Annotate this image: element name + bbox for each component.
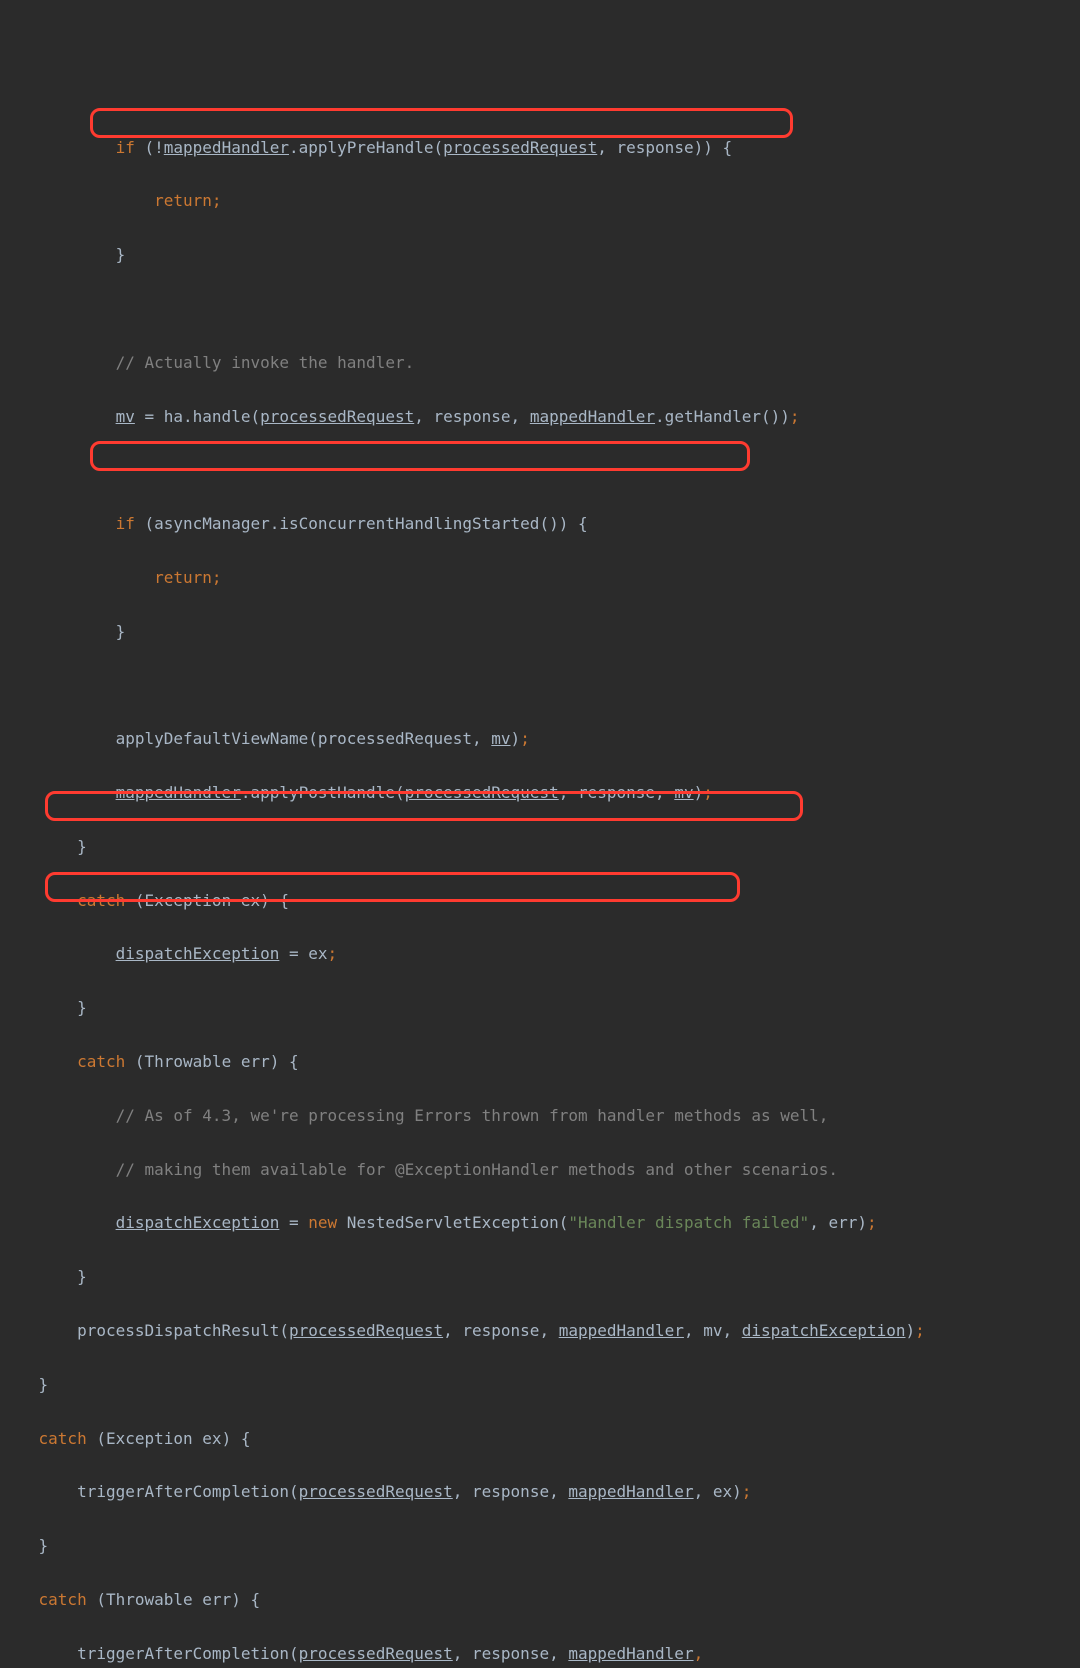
highlight-box-1 xyxy=(90,108,793,138)
code-line: } xyxy=(0,1264,1080,1291)
code-line: triggerAfterCompletion(processedRequest,… xyxy=(0,1641,1080,1668)
code-line xyxy=(0,673,1080,700)
code-line: } xyxy=(0,995,1080,1022)
code-line: if (!mappedHandler.applyPreHandle(proces… xyxy=(0,135,1080,162)
code-line: catch (Exception ex) { xyxy=(0,1426,1080,1453)
code-line: if (asyncManager.isConcurrentHandlingSta… xyxy=(0,511,1080,538)
code-line: catch (Exception ex) { xyxy=(0,888,1080,915)
code-line: dispatchException = ex; xyxy=(0,941,1080,968)
code-line: } xyxy=(0,834,1080,861)
code-line: applyDefaultViewName(processedRequest, m… xyxy=(0,726,1080,753)
code-line: } xyxy=(0,1372,1080,1399)
code-line: } xyxy=(0,619,1080,646)
code-line: return; xyxy=(0,188,1080,215)
code-line: // making them available for @ExceptionH… xyxy=(0,1157,1080,1184)
code-line: mappedHandler.applyPostHandle(processedR… xyxy=(0,780,1080,807)
code-line xyxy=(0,296,1080,323)
code-line: catch (Throwable err) { xyxy=(0,1587,1080,1614)
code-line: catch (Throwable err) { xyxy=(0,1049,1080,1076)
code-line: processDispatchResult(processedRequest, … xyxy=(0,1318,1080,1345)
code-line: dispatchException = new NestedServletExc… xyxy=(0,1210,1080,1237)
code-line: mv = ha.handle(processedRequest, respons… xyxy=(0,404,1080,431)
code-line: // Actually invoke the handler. xyxy=(0,350,1080,377)
code-line: return; xyxy=(0,565,1080,592)
code-line: triggerAfterCompletion(processedRequest,… xyxy=(0,1479,1080,1506)
code-line xyxy=(0,457,1080,484)
code-line: } xyxy=(0,1533,1080,1560)
code-editor[interactable]: if (!mappedHandler.applyPreHandle(proces… xyxy=(0,108,1080,1668)
code-line: } xyxy=(0,242,1080,269)
code-line: // As of 4.3, we're processing Errors th… xyxy=(0,1103,1080,1130)
